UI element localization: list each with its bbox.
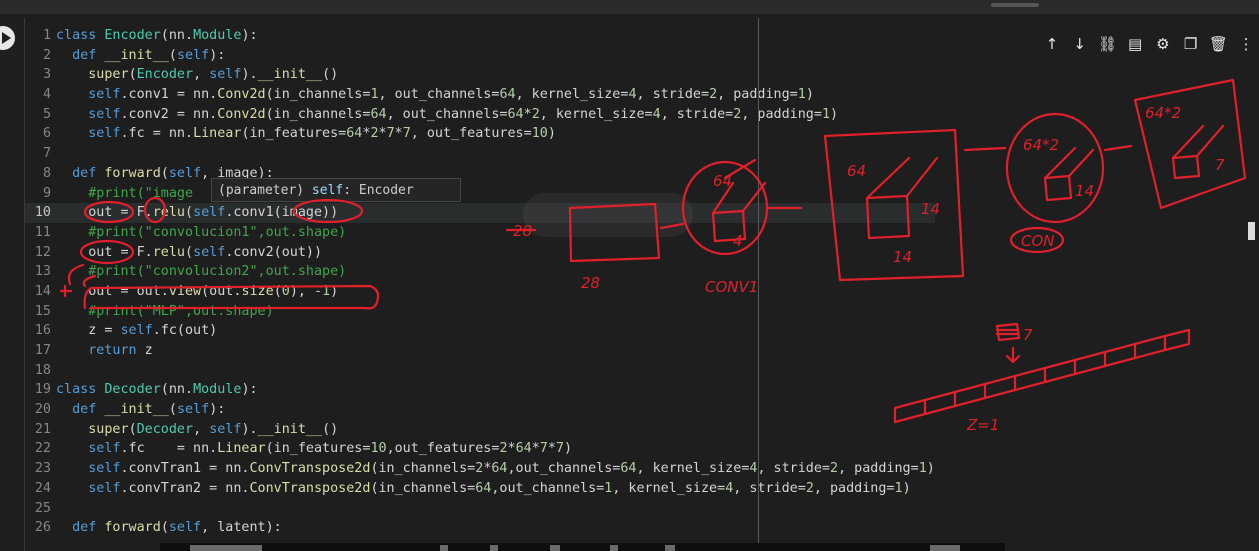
ink-label-4: 4 [733, 232, 743, 250]
taskbar-item [610, 545, 618, 551]
ink-block-2 [1133, 78, 1247, 210]
ink-arrow-12-14 [67, 263, 85, 286]
ink-arrow-2 [659, 222, 685, 230]
ink-label-28-left: 28 [513, 222, 532, 240]
ink-label-64-a: 64 [713, 172, 732, 190]
ink-arrow-4 [963, 146, 1007, 152]
ink-label-14-b: 14 [893, 248, 912, 266]
ink-flat-vector [893, 328, 1191, 424]
ink-circle-F-10 [143, 196, 167, 224]
ink-arrow-down [1005, 346, 1021, 364]
taskbar-item [190, 545, 262, 551]
taskbar-item [930, 545, 960, 551]
ink-mark-14 [59, 284, 73, 298]
ink-label-conv1: CONV1 [705, 278, 758, 296]
top-strip-mark [991, 3, 1039, 7]
ink-circle-out-10 [83, 200, 135, 224]
ink-circle-out-12 [79, 239, 135, 265]
ink-input-square [568, 202, 661, 263]
ink-label-64x2-a: 64*2 [1023, 136, 1059, 154]
taskbar-item [665, 545, 675, 551]
ink-label-64x2-b: 64*2 [1145, 104, 1181, 122]
ink-label-7-a: 7 [1215, 156, 1225, 174]
ink-small-block [995, 322, 1021, 342]
taskbar-item [550, 545, 560, 551]
ink-arrow-14 [82, 274, 97, 288]
ink-block-1-cube [865, 156, 939, 240]
ink-label-14-a: 14 [921, 200, 940, 218]
ink-label-28-bottom: 28 [581, 274, 600, 292]
ink-label-64-b: 64 [847, 162, 866, 180]
ink-circle-image [292, 198, 364, 224]
taskbar-item [440, 545, 448, 551]
ink-label-z: Z=1 [966, 416, 999, 434]
taskbar-item [490, 545, 498, 551]
ink-circle-line-14 [83, 284, 380, 310]
code-cell[interactable]: 1 class Encoder(nn.Module): 2 def __init__… [24, 18, 1259, 551]
ink-label-14-c: 14 [1075, 182, 1094, 200]
ink-label-con: CON [1021, 232, 1055, 250]
handwritten-annotations: 28 28 64 4 CONV1 64 14 14 64*2 14 CON 64… [59, 78, 1247, 434]
window-top-strip [0, 0, 1259, 14]
cell-gutter [0, 14, 24, 551]
ink-label-7-b: 7 [1023, 326, 1033, 344]
taskbar-strip [160, 543, 1005, 551]
ink-arrow-5 [1103, 144, 1133, 152]
